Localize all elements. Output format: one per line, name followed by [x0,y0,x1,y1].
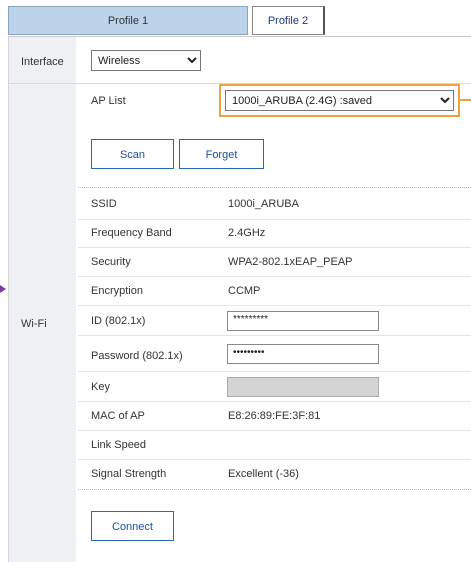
frequency-band-label: Frequency Band [91,227,172,239]
security-label: Security [91,256,131,268]
interface-label: Interface [21,56,64,68]
ap-list-highlight-connector [460,99,471,101]
interface-select[interactable]: Wireless [91,50,201,71]
section-divider-top [78,187,471,188]
ssid-value: 1000i_ARUBA [228,198,299,210]
security-value: WPA2-802.1xEAP_PEAP [228,256,353,268]
ap-list-select[interactable]: 1000i_ARUBA (2.4G) :saved [225,90,454,111]
row-separator [78,305,471,306]
frequency-band-value: 2.4GHz [228,227,266,239]
section-divider-bottom [78,489,471,490]
key-label: Key [91,381,110,393]
mac-label: MAC of AP [91,410,145,422]
left-label-column [8,37,76,562]
signal-strength-label: Signal Strength [91,468,167,480]
id-input[interactable]: ********* [227,311,379,331]
row-separator [78,247,471,248]
encryption-label: Encryption [91,285,143,297]
password-label: Password (802.1x) [91,350,183,362]
key-input [227,377,379,397]
row-separator [78,219,471,220]
connect-button[interactable]: Connect [91,511,174,541]
link-speed-label: Link Speed [91,439,147,451]
scan-button[interactable]: Scan [91,139,174,169]
signal-strength-value: Excellent (-36) [228,468,299,480]
row-separator [78,276,471,277]
tab-profile-1[interactable]: Profile 1 [8,6,248,35]
forget-button[interactable]: Forget [179,139,264,169]
id-label: ID (802.1x) [91,315,146,327]
tab-profile-2[interactable]: Profile 2 [252,6,325,35]
profile-tabs: Profile 1 Profile 2 [8,6,471,37]
ssid-label: SSID [91,198,117,210]
wifi-section-label: Wi-Fi [21,318,47,330]
mac-value: E8:26:89:FE:3F:81 [228,410,321,422]
row-separator [78,371,471,372]
annotation-arrow-icon [0,285,6,293]
row-separator [78,430,471,431]
encryption-value: CCMP [228,285,261,297]
row-separator [78,459,471,460]
ap-list-label: AP List [91,95,126,107]
left-border [8,37,9,562]
tabs-divider [8,36,471,37]
row-separator [78,335,471,336]
password-input[interactable]: ••••••••• [227,344,379,364]
row-separator [78,401,471,402]
